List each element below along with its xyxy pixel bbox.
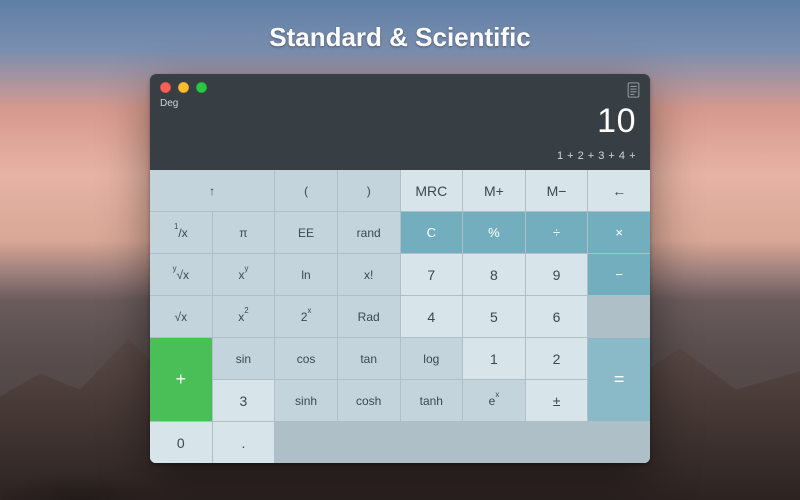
- label: ex: [489, 393, 500, 408]
- key-backspace[interactable]: ←: [588, 170, 650, 211]
- key-percent[interactable]: %: [463, 212, 525, 253]
- key-decimal[interactable]: .: [213, 422, 275, 463]
- label: 1/x: [174, 225, 188, 240]
- key-7[interactable]: 7: [401, 254, 463, 295]
- key-reciprocal[interactable]: 1/x: [150, 212, 212, 253]
- key-4[interactable]: 4: [401, 296, 463, 337]
- label: x2: [238, 309, 248, 324]
- page-title: Standard & Scientific: [0, 22, 800, 53]
- key-divide[interactable]: ÷: [526, 212, 588, 253]
- key-pi[interactable]: π: [213, 212, 275, 253]
- key-2-pow-x[interactable]: 2x: [275, 296, 337, 337]
- keypad: ↑ ( ) MRC M+ M− ← 1/x π EE rand C % ÷ × …: [150, 170, 650, 463]
- key-sin[interactable]: sin: [213, 338, 275, 379]
- key-tanh[interactable]: tanh: [401, 380, 463, 421]
- key-up[interactable]: ↑: [150, 170, 274, 211]
- key-rad[interactable]: Rad: [338, 296, 400, 337]
- key-9[interactable]: 9: [526, 254, 588, 295]
- display-expression: 1 + 2 + 3 + 4 +: [557, 150, 636, 162]
- key-x-pow-y[interactable]: xy: [213, 254, 275, 295]
- close-icon[interactable]: [160, 82, 171, 93]
- titlebar: Deg 10 1 + 2 + 3 + 4 +: [150, 74, 650, 170]
- key-2[interactable]: 2: [526, 338, 588, 379]
- key-5[interactable]: 5: [463, 296, 525, 337]
- key-lparen[interactable]: (: [275, 170, 337, 211]
- key-log[interactable]: log: [401, 338, 463, 379]
- key-0[interactable]: 0: [150, 422, 212, 463]
- key-plus[interactable]: +: [150, 338, 212, 421]
- key-rand[interactable]: rand: [338, 212, 400, 253]
- key-ee[interactable]: EE: [275, 212, 337, 253]
- key-cosh[interactable]: cosh: [338, 380, 400, 421]
- key-minus[interactable]: −: [588, 254, 650, 295]
- key-multiply[interactable]: ×: [588, 212, 650, 253]
- key-8[interactable]: 8: [463, 254, 525, 295]
- key-mplus[interactable]: M+: [463, 170, 525, 211]
- history-icon[interactable]: [627, 82, 640, 98]
- key-cos[interactable]: cos: [275, 338, 337, 379]
- key-3[interactable]: 3: [213, 380, 275, 421]
- label: y√x: [173, 267, 190, 282]
- key-mrc[interactable]: MRC: [401, 170, 463, 211]
- display-result: 10: [597, 102, 636, 141]
- key-equals[interactable]: =: [588, 338, 650, 421]
- key-mminus[interactable]: M−: [526, 170, 588, 211]
- label: xy: [238, 267, 248, 282]
- key-1[interactable]: 1: [463, 338, 525, 379]
- key-clear[interactable]: C: [401, 212, 463, 253]
- key-factorial[interactable]: x!: [338, 254, 400, 295]
- key-x-squared[interactable]: x2: [213, 296, 275, 337]
- key-plus-minus[interactable]: ±: [526, 380, 588, 421]
- maximize-icon[interactable]: [196, 82, 207, 93]
- key-tan[interactable]: tan: [338, 338, 400, 379]
- minimize-icon[interactable]: [178, 82, 189, 93]
- key-sinh[interactable]: sinh: [275, 380, 337, 421]
- angle-mode-label: Deg: [160, 98, 178, 109]
- key-ln[interactable]: ln: [275, 254, 337, 295]
- key-6[interactable]: 6: [526, 296, 588, 337]
- key-yroot[interactable]: y√x: [150, 254, 212, 295]
- label: 2x: [301, 309, 312, 324]
- key-sqrt[interactable]: √x: [150, 296, 212, 337]
- window-controls: [160, 82, 207, 93]
- calculator-window: Deg 10 1 + 2 + 3 + 4 + ↑ ( ) MRC M+ M− ←…: [150, 74, 650, 463]
- key-e-pow-x[interactable]: ex: [463, 380, 525, 421]
- key-rparen[interactable]: ): [338, 170, 400, 211]
